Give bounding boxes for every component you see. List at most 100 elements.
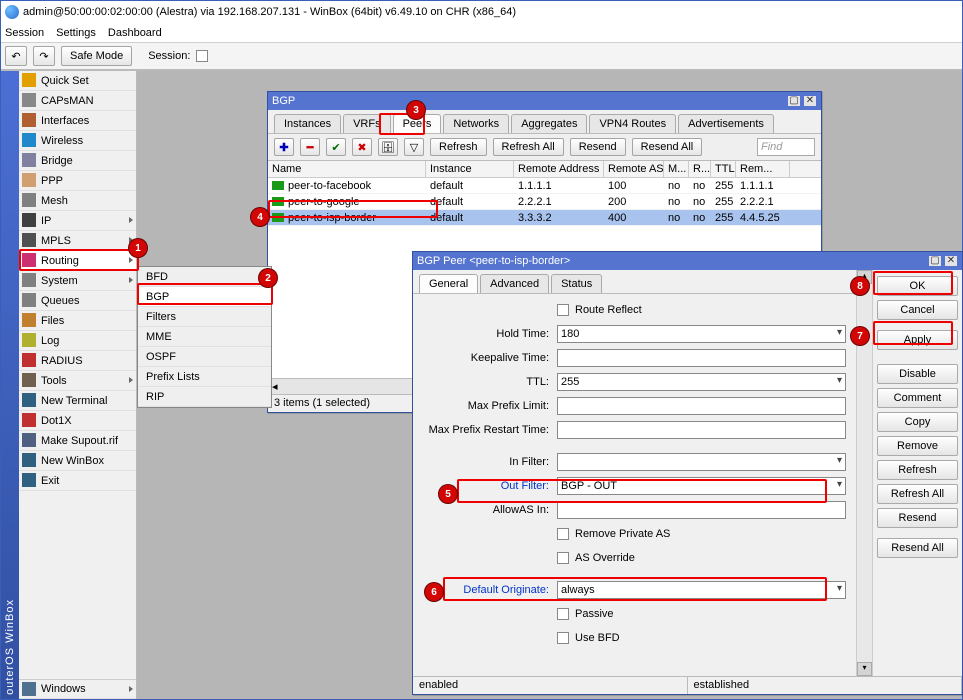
minimize-icon[interactable]: ▢ (787, 95, 801, 107)
sidebar-item-tools[interactable]: Tools (19, 371, 136, 391)
tab-instances[interactable]: Instances (274, 114, 341, 133)
safe-mode-button[interactable]: Safe Mode (61, 46, 132, 66)
disable-button[interactable]: ✖ (352, 138, 372, 156)
route-reflect-checkbox[interactable] (557, 304, 569, 316)
find-input[interactable]: Find (757, 138, 815, 156)
resend-button[interactable]: Resend (570, 138, 626, 156)
sidebar-item-log[interactable]: Log (19, 331, 136, 351)
tab-vpn4-routes[interactable]: VPN4 Routes (589, 114, 676, 133)
sidebar-item-system[interactable]: System (19, 271, 136, 291)
close-icon[interactable]: ✕ (803, 95, 817, 107)
remove-private-checkbox[interactable] (557, 528, 569, 540)
ok-button[interactable]: OK (877, 276, 958, 296)
sidebar-item-quick-set[interactable]: Quick Set (19, 71, 136, 91)
table-row[interactable]: peer-to-isp-borderdefault3.3.3.2400nono2… (268, 210, 821, 226)
copy-button[interactable]: Copy (877, 412, 958, 432)
table-row[interactable]: peer-to-facebookdefault1.1.1.1100nono255… (268, 178, 821, 194)
close-icon[interactable]: ✕ (944, 255, 958, 267)
submenu-item-mme[interactable]: MME (138, 327, 271, 347)
sidebar-item-new-winbox[interactable]: New WinBox (19, 451, 136, 471)
enable-button[interactable]: ✔ (326, 138, 346, 156)
out-filter-input[interactable]: BGP - OUT (557, 477, 846, 495)
sidebar-item-radius[interactable]: RADIUS (19, 351, 136, 371)
keepalive-input[interactable] (557, 349, 846, 367)
sidebar-item-wireless[interactable]: Wireless (19, 131, 136, 151)
sidebar-item-routing[interactable]: Routing (19, 251, 136, 271)
resend-button[interactable]: Resend (877, 508, 958, 528)
sidebar-item-new-terminal[interactable]: New Terminal (19, 391, 136, 411)
sidebar-item-ppp[interactable]: PPP (19, 171, 136, 191)
menu-session[interactable]: Session (5, 27, 44, 39)
tab-general[interactable]: General (419, 274, 478, 293)
col-header[interactable]: R... (689, 161, 711, 177)
submenu-item-filters[interactable]: Filters (138, 307, 271, 327)
session-checkbox[interactable] (196, 50, 208, 62)
allow-as-input[interactable] (557, 501, 846, 519)
comment-button[interactable]: 🗄 (378, 138, 398, 156)
filter-button[interactable]: ▽ (404, 138, 424, 156)
submenu-item-bfd[interactable]: BFD (138, 267, 271, 287)
disable-button[interactable]: Disable (877, 364, 958, 384)
tab-vrfs[interactable]: VRFs (343, 114, 391, 133)
submenu-item-bgp[interactable]: BGP (138, 287, 271, 307)
sidebar-item-bridge[interactable]: Bridge (19, 151, 136, 171)
tab-networks[interactable]: Networks (443, 114, 509, 133)
resend-all-button[interactable]: Resend All (632, 138, 703, 156)
sidebar-item-ip[interactable]: IP (19, 211, 136, 231)
in-filter-input[interactable] (557, 453, 846, 471)
tab-advanced[interactable]: Advanced (480, 274, 549, 293)
menu-dashboard[interactable]: Dashboard (108, 27, 162, 39)
col-header[interactable]: Name (268, 161, 426, 177)
peer-window-titlebar[interactable]: BGP Peer <peer-to-isp-border> ▢ ✕ (413, 252, 962, 270)
forward-button[interactable]: ↷ (33, 46, 55, 66)
sidebar-item-mesh[interactable]: Mesh (19, 191, 136, 211)
sidebar-item-mpls[interactable]: MPLS (19, 231, 136, 251)
sidebar-item-exit[interactable]: Exit (19, 471, 136, 491)
refresh-button[interactable]: Refresh (430, 138, 487, 156)
bgp-window-titlebar[interactable]: BGP ▢ ✕ (268, 92, 821, 110)
hold-time-input[interactable]: 180 (557, 325, 846, 343)
refresh-all-button[interactable]: Refresh All (493, 138, 564, 156)
tab-advertisements[interactable]: Advertisements (678, 114, 774, 133)
submenu-item-ospf[interactable]: OSPF (138, 347, 271, 367)
resend-all-button[interactable]: Resend All (877, 538, 958, 558)
sidebar-item-files[interactable]: Files (19, 311, 136, 331)
tab-status[interactable]: Status (551, 274, 602, 293)
remove-button[interactable]: ━ (300, 138, 320, 156)
submenu-item-prefix lists[interactable]: Prefix Lists (138, 367, 271, 387)
ttl-input[interactable]: 255 (557, 373, 846, 391)
cancel-button[interactable]: Cancel (877, 300, 958, 320)
col-header[interactable]: Remote AS (604, 161, 664, 177)
sidebar-item-windows[interactable]: Windows (19, 679, 136, 699)
col-header[interactable]: Rem... (736, 161, 790, 177)
col-header[interactable]: M... (664, 161, 689, 177)
sidebar-item-make-supout-rif[interactable]: Make Supout.rif (19, 431, 136, 451)
chevron-right-icon (129, 377, 133, 383)
add-button[interactable]: ✚ (274, 138, 294, 156)
max-prefix-input[interactable] (557, 397, 846, 415)
sidebar-item-capsman[interactable]: CAPsMAN (19, 91, 136, 111)
back-button[interactable]: ↶ (5, 46, 27, 66)
use-bfd-checkbox[interactable] (557, 632, 569, 644)
default-originate-input[interactable]: always (557, 581, 846, 599)
submenu-item-rip[interactable]: RIP (138, 387, 271, 407)
apply-button[interactable]: Apply (877, 330, 958, 350)
remove-button[interactable]: Remove (877, 436, 958, 456)
comment-button[interactable]: Comment (877, 388, 958, 408)
col-header[interactable]: Instance (426, 161, 514, 177)
max-prefix-restart-input[interactable] (557, 421, 846, 439)
col-header[interactable]: TTL (711, 161, 736, 177)
col-header[interactable]: Remote Address (514, 161, 604, 177)
sidebar-icon (22, 393, 36, 407)
minimize-icon[interactable]: ▢ (928, 255, 942, 267)
refresh-button[interactable]: Refresh (877, 460, 958, 480)
sidebar-item-interfaces[interactable]: Interfaces (19, 111, 136, 131)
refresh-all-button[interactable]: Refresh All (877, 484, 958, 504)
sidebar-item-queues[interactable]: Queues (19, 291, 136, 311)
menu-settings[interactable]: Settings (56, 27, 96, 39)
as-override-checkbox[interactable] (557, 552, 569, 564)
sidebar-item-dot1x[interactable]: Dot1X (19, 411, 136, 431)
tab-aggregates[interactable]: Aggregates (511, 114, 587, 133)
table-row[interactable]: peer-to-googledefault2.2.2.1200nono2552.… (268, 194, 821, 210)
passive-checkbox[interactable] (557, 608, 569, 620)
